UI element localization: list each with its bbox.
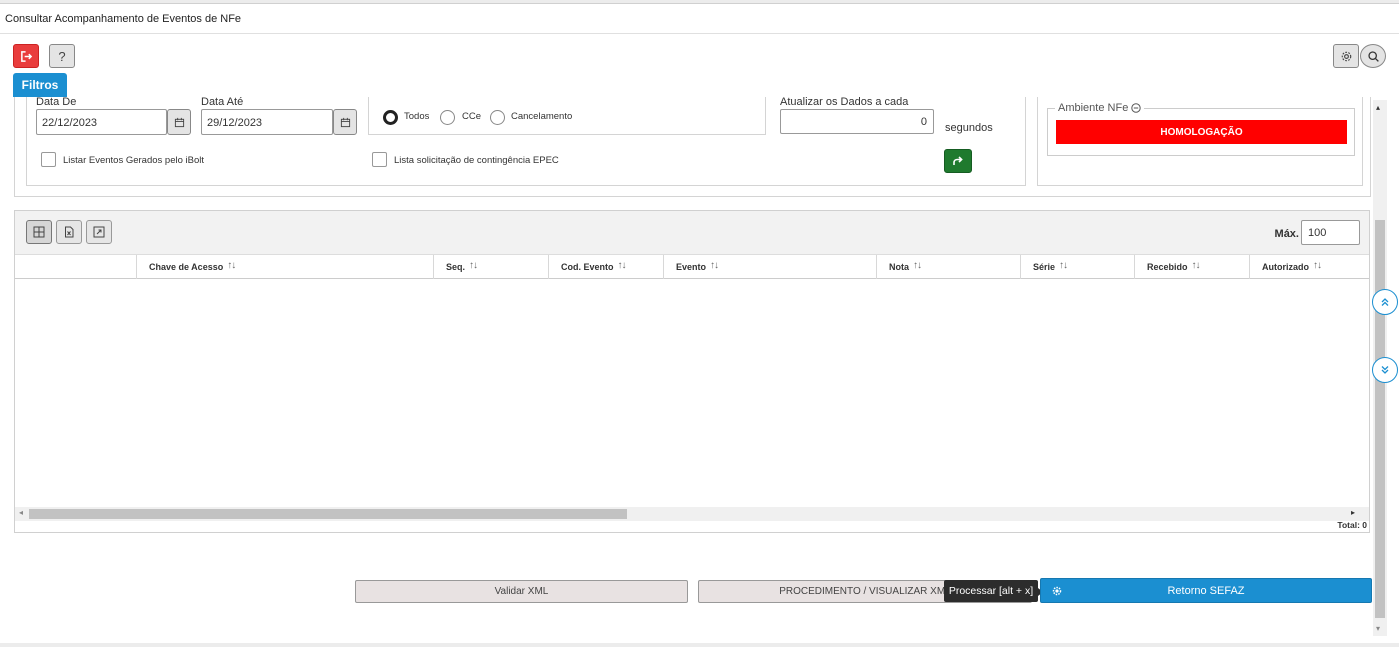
grid-header: Chave de Acesso ↑↓ Seq. ↑↓ Cod. Evento ↑↓ E… xyxy=(15,255,1369,279)
sort-icon: ↑↓ xyxy=(1313,260,1322,271)
ambiente-status-badge: HOMOLOGAÇÃO xyxy=(1056,120,1347,144)
radio-todos-label: Todos xyxy=(404,111,430,122)
column-header-autorizado[interactable]: Autorizado ↑↓ xyxy=(1249,255,1364,279)
sort-icon: ↑↓ xyxy=(913,260,922,271)
date-to-label: Data Até xyxy=(201,96,244,108)
scroll-down-icon[interactable]: ▾ xyxy=(1376,624,1380,633)
exit-button[interactable] xyxy=(13,44,39,68)
scroll-left-icon[interactable]: ◂ xyxy=(19,508,23,517)
radio-cancelamento[interactable] xyxy=(490,110,505,125)
refresh-unit-label: segundos xyxy=(945,122,993,134)
column-header-chave[interactable]: Chave de Acesso ↑↓ xyxy=(136,255,433,279)
horizontal-scroll-thumb[interactable] xyxy=(29,509,627,519)
column-header-select[interactable] xyxy=(15,255,136,279)
max-rows-input[interactable]: 100 xyxy=(1301,220,1360,245)
date-to-input[interactable]: 29/12/2023 xyxy=(201,109,333,135)
gear-icon xyxy=(1052,586,1062,596)
check-epec-label: Lista solicitação de contingência EPEC xyxy=(394,155,559,166)
settings-button[interactable] xyxy=(1333,44,1359,68)
scroll-to-top-button[interactable] xyxy=(1372,289,1398,315)
scroll-right-icon[interactable]: ▸ xyxy=(1351,508,1355,517)
expand-grid-button[interactable] xyxy=(86,220,112,244)
sort-icon: ↑↓ xyxy=(227,260,236,271)
calendar-icon xyxy=(340,117,350,127)
exit-icon xyxy=(20,50,32,62)
ambiente-legend-label: Ambiente NFe xyxy=(1058,102,1129,114)
column-header-seq[interactable]: Seq. ↑↓ xyxy=(433,255,548,279)
double-chevron-up-icon xyxy=(1381,298,1389,306)
validar-xml-button[interactable]: Validar XML xyxy=(355,580,688,603)
column-header-cod-evento[interactable]: Cod. Evento ↑↓ xyxy=(548,255,663,279)
sort-icon: ↑↓ xyxy=(1191,260,1201,271)
radio-cancelamento-label: Cancelamento xyxy=(511,111,573,122)
calendar-icon xyxy=(174,117,184,127)
check-ibolt-events-label: Listar Eventos Gerados pelo iBolt xyxy=(63,155,204,166)
date-to-calendar-button[interactable] xyxy=(333,109,357,135)
apply-refresh-button[interactable] xyxy=(944,149,972,173)
retorno-sefaz-label: Retorno SEFAZ xyxy=(1167,584,1245,597)
retorno-sefaz-button[interactable]: Retorno SEFAZ xyxy=(1040,578,1372,603)
check-ibolt-events[interactable] xyxy=(41,152,56,167)
scroll-to-bottom-button[interactable] xyxy=(1372,357,1398,383)
help-button[interactable]: ? xyxy=(49,44,75,68)
export-excel-button[interactable] xyxy=(56,220,82,244)
max-label: Máx. xyxy=(1274,228,1299,240)
collapse-icon[interactable] xyxy=(1131,103,1142,113)
refresh-label: Atualizar os Dados a cada xyxy=(780,96,909,108)
column-header-nota[interactable]: Nota ↑↓ xyxy=(876,255,1020,279)
column-header-serie[interactable]: Série ↑↓ xyxy=(1020,255,1134,279)
horizontal-scrollbar[interactable]: ◂ ▸ xyxy=(15,507,1369,521)
events-grid: Máx. 100 Chave de Acesso ↑↓ Seq. ↑↓ Cod. E… xyxy=(14,210,1370,533)
search-button[interactable] xyxy=(1360,44,1386,68)
date-from-label: Data De xyxy=(36,96,77,108)
grid-toolbar: Máx. 100 xyxy=(15,211,1369,255)
file-excel-icon xyxy=(65,226,74,238)
vertical-scroll-thumb[interactable] xyxy=(1375,220,1385,618)
grid-icon xyxy=(33,226,45,238)
grid-layout-button[interactable] xyxy=(26,220,52,244)
title-bar: Consultar Acompanhamento de Eventos de N… xyxy=(0,4,1399,34)
sort-icon: ↑↓ xyxy=(617,260,627,271)
date-from-input[interactable]: 22/12/2023 xyxy=(36,109,167,135)
sort-icon: ↑↓ xyxy=(469,260,478,271)
window-title: Consultar Acompanhamento de Eventos de N… xyxy=(5,13,242,25)
double-chevron-down-icon xyxy=(1381,366,1389,374)
total-count: Total: 0 xyxy=(1337,520,1367,530)
gear-icon xyxy=(1341,51,1351,61)
sort-icon: ↑↓ xyxy=(710,260,719,271)
processar-tooltip: Processar [alt + x] xyxy=(944,580,1043,602)
scroll-up-icon[interactable]: ▴ xyxy=(1376,103,1380,112)
radio-cce-label: CCe xyxy=(462,111,482,122)
app-window: Consultar Acompanhamento de Eventos de N… xyxy=(0,3,1399,643)
radio-todos[interactable] xyxy=(383,110,398,125)
tab-filtros[interactable]: Filtros xyxy=(13,73,67,97)
ambiente-legend: Ambiente NFe xyxy=(1055,102,1145,114)
column-header-evento[interactable]: Evento ↑↓ xyxy=(663,255,876,279)
radio-cce[interactable] xyxy=(440,110,455,125)
refresh-interval-input[interactable]: 0 xyxy=(780,109,934,134)
check-epec[interactable] xyxy=(372,152,387,167)
help-icon: ? xyxy=(58,48,66,64)
column-header-recebido[interactable]: Recebido ↑↓ xyxy=(1134,255,1249,279)
search-icon xyxy=(1367,50,1379,62)
sort-icon: ↑↓ xyxy=(1059,260,1068,271)
expand-icon xyxy=(93,226,105,238)
share-arrow-icon xyxy=(953,156,963,165)
date-from-calendar-button[interactable] xyxy=(167,109,191,135)
